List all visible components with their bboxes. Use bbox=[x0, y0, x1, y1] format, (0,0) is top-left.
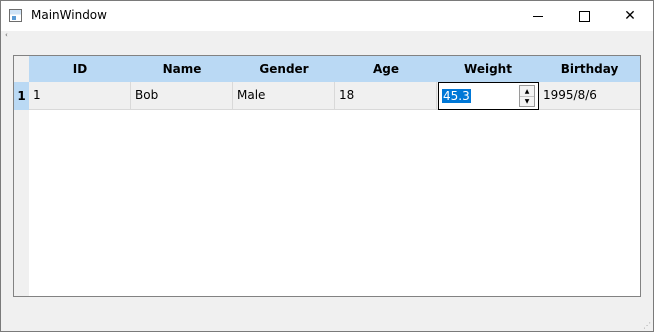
cell-gender[interactable]: Male bbox=[233, 82, 335, 109]
cell-birthday[interactable]: 1995/8/6 bbox=[539, 82, 640, 109]
app-icon bbox=[9, 9, 22, 22]
column-header-name[interactable]: Name bbox=[131, 56, 233, 82]
spin-buttons: ▲ ▼ bbox=[519, 85, 535, 107]
table-corner-button[interactable] bbox=[14, 56, 29, 82]
column-header-gender[interactable]: Gender bbox=[233, 56, 335, 82]
main-window: MainWindow ✕ ‹ ID Name Gender Age Weight… bbox=[0, 0, 654, 332]
row-header[interactable]: 1 bbox=[14, 82, 29, 110]
title-bar[interactable]: MainWindow ✕ bbox=[1, 1, 653, 31]
column-header-weight[interactable]: Weight bbox=[437, 56, 539, 82]
column-header-birthday[interactable]: Birthday bbox=[539, 56, 640, 82]
weight-input[interactable]: 45.3 bbox=[442, 89, 471, 103]
vertical-header: 1 bbox=[14, 82, 29, 296]
menu-bar: ‹ bbox=[1, 31, 653, 41]
column-header-age[interactable]: Age bbox=[335, 56, 437, 82]
close-icon: ✕ bbox=[624, 8, 636, 24]
cell-age[interactable]: 18 bbox=[335, 82, 437, 109]
status-bar: ⋰ bbox=[1, 319, 653, 331]
minimize-button[interactable] bbox=[515, 1, 561, 31]
cell-name[interactable]: Bob bbox=[131, 82, 233, 109]
window-title: MainWindow bbox=[31, 8, 107, 22]
maximize-button[interactable] bbox=[561, 1, 607, 31]
table-row[interactable]: 1 Bob Male 18 45.3 ▲ ▼ 1995/8/6 bbox=[29, 82, 640, 110]
menu-extension-icon[interactable]: ‹ bbox=[5, 31, 8, 39]
weight-spinbox-editor[interactable]: 45.3 ▲ ▼ bbox=[438, 82, 539, 110]
horizontal-header: ID Name Gender Age Weight Birthday bbox=[29, 56, 640, 82]
size-grip-icon[interactable]: ⋰ bbox=[643, 321, 651, 330]
close-button[interactable]: ✕ bbox=[607, 1, 653, 31]
minimize-icon bbox=[533, 15, 543, 17]
table-view[interactable]: ID Name Gender Age Weight Birthday 1 1 B… bbox=[13, 55, 641, 297]
maximize-icon bbox=[578, 10, 590, 22]
spin-down-button[interactable]: ▼ bbox=[520, 96, 534, 106]
cell-id[interactable]: 1 bbox=[29, 82, 131, 109]
column-header-id[interactable]: ID bbox=[29, 56, 131, 82]
